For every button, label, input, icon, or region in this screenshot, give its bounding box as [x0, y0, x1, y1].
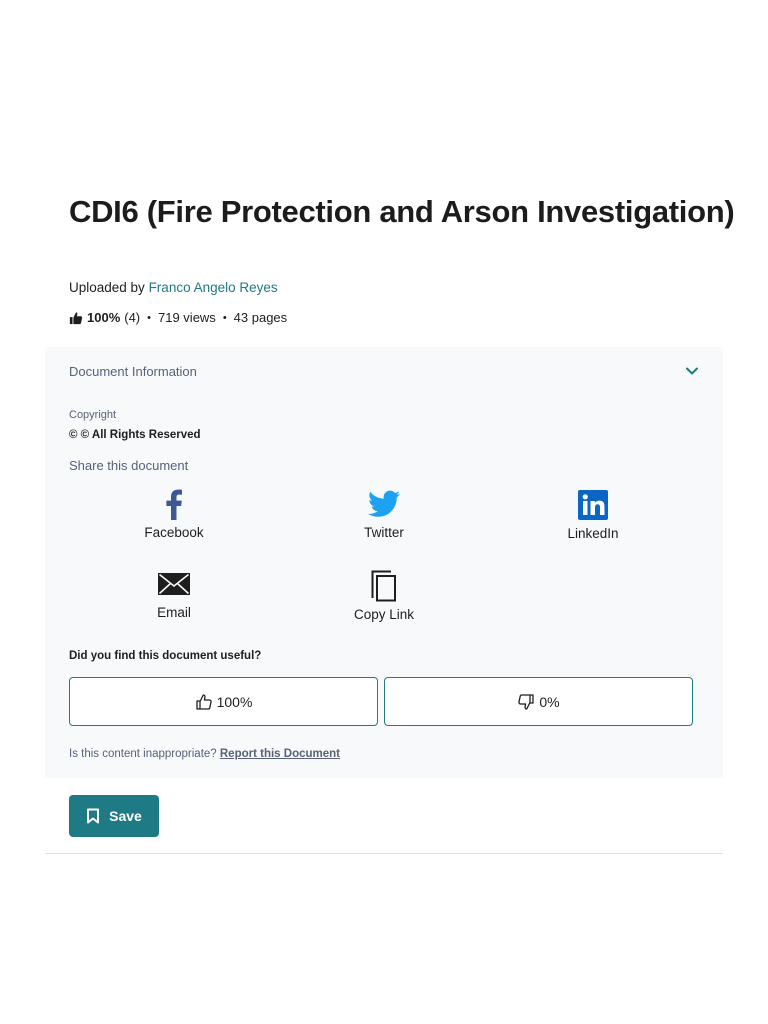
report-prefix: Is this content inappropriate?	[69, 748, 220, 760]
document-info-toggle[interactable]: Document Information	[69, 361, 699, 381]
twitter-icon	[368, 490, 400, 517]
document-stats: 100% (4) • 719 views • 43 pages	[69, 310, 287, 325]
facebook-icon	[166, 489, 182, 520]
copyright-label: Copyright	[69, 409, 117, 421]
copyright-value: © © All Rights Reserved	[69, 429, 201, 441]
thumbs-down-icon	[518, 693, 535, 710]
share-twitter-button[interactable]: Twitter	[324, 487, 444, 540]
vote-down-label: 0%	[539, 693, 560, 710]
document-info-label: Document Information	[69, 363, 197, 379]
useful-question: Did you find this document useful?	[69, 650, 262, 662]
share-facebook-label: Facebook	[144, 525, 204, 540]
vote-down-button[interactable]: 0%	[384, 677, 693, 726]
save-label: Save	[109, 808, 142, 824]
stat-separator: •	[147, 311, 151, 324]
rating-count: (4)	[124, 310, 141, 325]
share-email-button[interactable]: Email	[114, 567, 234, 620]
copy-link-label: Copy Link	[353, 607, 415, 622]
rating-percent: 100%	[87, 310, 121, 325]
vote-up-label: 100%	[216, 693, 253, 710]
share-label: Share this document	[69, 458, 189, 473]
stat-separator: •	[222, 311, 227, 324]
uploaded-by-label: Uploaded by	[69, 280, 149, 295]
bookmark-icon	[87, 808, 100, 824]
save-button[interactable]: Save	[69, 795, 159, 837]
uploader-link[interactable]: Franco Angelo Reyes	[149, 280, 278, 295]
share-twitter-label: Twitter	[364, 525, 404, 540]
document-info-panel: Document Information Copyright © © All R…	[45, 347, 723, 778]
copy-icon	[371, 570, 396, 602]
page-count: 43 pages	[233, 310, 288, 325]
share-linkedin-button[interactable]: LinkedIn	[533, 488, 653, 541]
envelope-icon	[158, 573, 190, 595]
linkedin-icon	[578, 490, 608, 520]
share-email-label: Email	[157, 605, 191, 620]
report-document-link[interactable]: Report this Document	[220, 748, 340, 760]
document-title: CDI6 (Fire Protection and Arson Investig…	[69, 194, 735, 229]
copy-link-button[interactable]: Copy Link	[324, 569, 444, 622]
share-facebook-button[interactable]: Facebook	[114, 487, 234, 540]
vote-up-button[interactable]: 100%	[69, 677, 378, 726]
share-linkedin-label: LinkedIn	[567, 526, 619, 541]
thumbs-up-filled-icon	[69, 311, 83, 324]
report-line: Is this content inappropriate? Report th…	[69, 748, 340, 760]
uploader-line: Uploaded by Franco Angelo Reyes	[69, 280, 278, 295]
thumbs-up-icon	[195, 693, 212, 710]
document-page: CDI6 (Fire Protection and Arson Investig…	[0, 0, 768, 1024]
chevron-down-icon	[686, 367, 698, 375]
section-divider	[45, 853, 723, 854]
views-count: 719 views	[158, 310, 216, 325]
